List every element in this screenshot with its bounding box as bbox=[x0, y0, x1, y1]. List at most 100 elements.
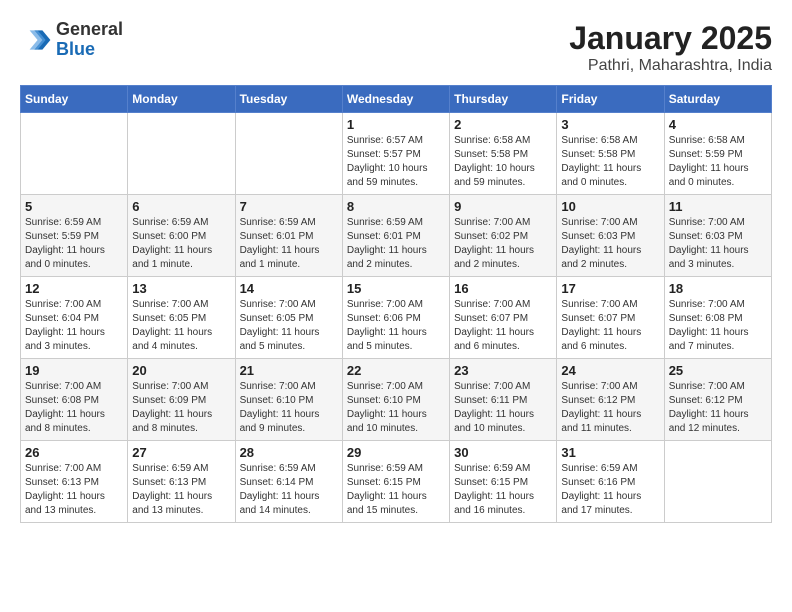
day-number: 5 bbox=[25, 199, 123, 214]
day-info: Sunrise: 6:58 AM Sunset: 5:58 PM Dayligh… bbox=[561, 134, 659, 190]
day-info: Sunrise: 7:00 AM Sunset: 6:08 PM Dayligh… bbox=[669, 298, 767, 354]
calendar-week-4: 19 Sunrise: 7:00 AM Sunset: 6:08 PM Dayli… bbox=[21, 359, 772, 441]
day-info: Sunrise: 7:00 AM Sunset: 6:12 PM Dayligh… bbox=[669, 380, 767, 436]
day-info: Sunrise: 7:00 AM Sunset: 6:09 PM Dayligh… bbox=[132, 380, 230, 436]
calendar-body: 1 Sunrise: 6:57 AM Sunset: 5:57 PM Daylig… bbox=[21, 113, 772, 523]
day-number: 11 bbox=[669, 199, 767, 214]
day-number: 16 bbox=[454, 281, 552, 296]
day-info: Sunrise: 7:00 AM Sunset: 6:02 PM Dayligh… bbox=[454, 216, 552, 272]
calendar-cell: 3 Sunrise: 6:58 AM Sunset: 5:58 PM Daylig… bbox=[557, 113, 664, 195]
calendar-cell: 30Sunrise: 6:59 AM Sunset: 6:15 PM Dayli… bbox=[450, 441, 557, 523]
calendar-cell bbox=[128, 113, 235, 195]
calendar-cell: 16 Sunrise: 7:00 AM Sunset: 6:07 PM Dayli… bbox=[450, 277, 557, 359]
header-day-saturday: Saturday bbox=[664, 86, 771, 113]
calendar-cell: 1 Sunrise: 6:57 AM Sunset: 5:57 PM Daylig… bbox=[342, 113, 449, 195]
day-number: 20 bbox=[132, 363, 230, 378]
day-info: Sunrise: 6:59 AM Sunset: 5:59 PM Dayligh… bbox=[25, 216, 123, 272]
calendar-cell: 4 Sunrise: 6:58 AM Sunset: 5:59 PM Daylig… bbox=[664, 113, 771, 195]
calendar-cell: 23 Sunrise: 7:00 AM Sunset: 6:11 PM Dayli… bbox=[450, 359, 557, 441]
day-number: 15 bbox=[347, 281, 445, 296]
day-number: 14 bbox=[240, 281, 338, 296]
header-day-monday: Monday bbox=[128, 86, 235, 113]
day-info: Sunrise: 7:00 AM Sunset: 6:10 PM Dayligh… bbox=[347, 380, 445, 436]
calendar-cell: 8Sunrise: 6:59 AM Sunset: 6:01 PM Daylig… bbox=[342, 195, 449, 277]
day-number: 6 bbox=[132, 199, 230, 214]
day-number: 2 bbox=[454, 117, 552, 132]
calendar-title: January 2025 bbox=[569, 20, 772, 57]
day-info: Sunrise: 6:59 AM Sunset: 6:01 PM Dayligh… bbox=[240, 216, 338, 272]
calendar-cell bbox=[664, 441, 771, 523]
calendar-header-row: SundayMondayTuesdayWednesdayThursdayFrid… bbox=[21, 86, 772, 113]
header-day-thursday: Thursday bbox=[450, 86, 557, 113]
logo-blue-text: Blue bbox=[56, 40, 123, 60]
logo-general-text: General bbox=[56, 20, 123, 40]
day-number: 17 bbox=[561, 281, 659, 296]
calendar-cell: 7 Sunrise: 6:59 AM Sunset: 6:01 PM Daylig… bbox=[235, 195, 342, 277]
calendar-cell: 26 Sunrise: 7:00 AM Sunset: 6:13 PM Dayli… bbox=[21, 441, 128, 523]
calendar-cell: 6 Sunrise: 6:59 AM Sunset: 6:00 PM Daylig… bbox=[128, 195, 235, 277]
day-info: Sunrise: 6:58 AM Sunset: 5:58 PM Dayligh… bbox=[454, 134, 552, 190]
day-number: 31 bbox=[561, 445, 659, 460]
header-day-wednesday: Wednesday bbox=[342, 86, 449, 113]
calendar-week-5: 26 Sunrise: 7:00 AM Sunset: 6:13 PM Dayli… bbox=[21, 441, 772, 523]
day-info: Sunrise: 6:57 AM Sunset: 5:57 PM Dayligh… bbox=[347, 134, 445, 190]
calendar-cell bbox=[235, 113, 342, 195]
page-header: General Blue January 2025 Pathri, Mahara… bbox=[20, 20, 772, 75]
calendar-cell: 18 Sunrise: 7:00 AM Sunset: 6:08 PM Dayli… bbox=[664, 277, 771, 359]
day-number: 1 bbox=[347, 117, 445, 132]
logo-icon bbox=[20, 24, 52, 56]
day-info: Sunrise: 7:00 AM Sunset: 6:05 PM Dayligh… bbox=[240, 298, 338, 354]
calendar-cell: 9 Sunrise: 7:00 AM Sunset: 6:02 PM Daylig… bbox=[450, 195, 557, 277]
day-number: 27 bbox=[132, 445, 230, 460]
day-info: Sunrise: 7:00 AM Sunset: 6:06 PM Dayligh… bbox=[347, 298, 445, 354]
calendar-cell: 20 Sunrise: 7:00 AM Sunset: 6:09 PM Dayli… bbox=[128, 359, 235, 441]
calendar-table: SundayMondayTuesdayWednesdayThursdayFrid… bbox=[20, 85, 772, 523]
day-number: 3 bbox=[561, 117, 659, 132]
calendar-cell: 29 Sunrise: 6:59 AM Sunset: 6:15 PM Dayli… bbox=[342, 441, 449, 523]
day-info: Sunrise: 6:59 AM Sunset: 6:16 PM Dayligh… bbox=[561, 462, 659, 518]
calendar-cell: 28Sunrise: 6:59 AM Sunset: 6:14 PM Dayli… bbox=[235, 441, 342, 523]
calendar-week-3: 12Sunrise: 7:00 AM Sunset: 6:04 PM Dayli… bbox=[21, 277, 772, 359]
day-number: 23 bbox=[454, 363, 552, 378]
day-info: Sunrise: 7:00 AM Sunset: 6:04 PM Dayligh… bbox=[25, 298, 123, 354]
day-number: 19 bbox=[25, 363, 123, 378]
day-number: 28 bbox=[240, 445, 338, 460]
day-info: Sunrise: 6:59 AM Sunset: 6:00 PM Dayligh… bbox=[132, 216, 230, 272]
calendar-cell: 5 Sunrise: 6:59 AM Sunset: 5:59 PM Daylig… bbox=[21, 195, 128, 277]
day-number: 24 bbox=[561, 363, 659, 378]
day-info: Sunrise: 6:59 AM Sunset: 6:15 PM Dayligh… bbox=[347, 462, 445, 518]
header-day-friday: Friday bbox=[557, 86, 664, 113]
calendar-cell: 24 Sunrise: 7:00 AM Sunset: 6:12 PM Dayli… bbox=[557, 359, 664, 441]
day-number: 30 bbox=[454, 445, 552, 460]
calendar-cell: 13Sunrise: 7:00 AM Sunset: 6:05 PM Dayli… bbox=[128, 277, 235, 359]
day-info: Sunrise: 6:58 AM Sunset: 5:59 PM Dayligh… bbox=[669, 134, 767, 190]
calendar-cell: 21Sunrise: 7:00 AM Sunset: 6:10 PM Dayli… bbox=[235, 359, 342, 441]
title-block: January 2025 Pathri, Maharashtra, India bbox=[569, 20, 772, 75]
day-info: Sunrise: 7:00 AM Sunset: 6:12 PM Dayligh… bbox=[561, 380, 659, 436]
day-info: Sunrise: 7:00 AM Sunset: 6:07 PM Dayligh… bbox=[454, 298, 552, 354]
calendar-cell: 15 Sunrise: 7:00 AM Sunset: 6:06 PM Dayli… bbox=[342, 277, 449, 359]
calendar-week-1: 1 Sunrise: 6:57 AM Sunset: 5:57 PM Daylig… bbox=[21, 113, 772, 195]
day-number: 18 bbox=[669, 281, 767, 296]
day-number: 10 bbox=[561, 199, 659, 214]
day-number: 29 bbox=[347, 445, 445, 460]
calendar-cell: 27Sunrise: 6:59 AM Sunset: 6:13 PM Dayli… bbox=[128, 441, 235, 523]
day-info: Sunrise: 7:00 AM Sunset: 6:11 PM Dayligh… bbox=[454, 380, 552, 436]
day-number: 9 bbox=[454, 199, 552, 214]
day-number: 21 bbox=[240, 363, 338, 378]
day-info: Sunrise: 7:00 AM Sunset: 6:03 PM Dayligh… bbox=[561, 216, 659, 272]
day-number: 26 bbox=[25, 445, 123, 460]
day-number: 7 bbox=[240, 199, 338, 214]
day-number: 22 bbox=[347, 363, 445, 378]
day-info: Sunrise: 7:00 AM Sunset: 6:08 PM Dayligh… bbox=[25, 380, 123, 436]
day-info: Sunrise: 7:00 AM Sunset: 6:07 PM Dayligh… bbox=[561, 298, 659, 354]
day-number: 4 bbox=[669, 117, 767, 132]
day-number: 13 bbox=[132, 281, 230, 296]
calendar-cell bbox=[21, 113, 128, 195]
day-info: Sunrise: 7:00 AM Sunset: 6:13 PM Dayligh… bbox=[25, 462, 123, 518]
calendar-cell: 2 Sunrise: 6:58 AM Sunset: 5:58 PM Daylig… bbox=[450, 113, 557, 195]
header-day-tuesday: Tuesday bbox=[235, 86, 342, 113]
day-number: 8 bbox=[347, 199, 445, 214]
calendar-cell: 11Sunrise: 7:00 AM Sunset: 6:03 PM Dayli… bbox=[664, 195, 771, 277]
calendar-cell: 14 Sunrise: 7:00 AM Sunset: 6:05 PM Dayli… bbox=[235, 277, 342, 359]
